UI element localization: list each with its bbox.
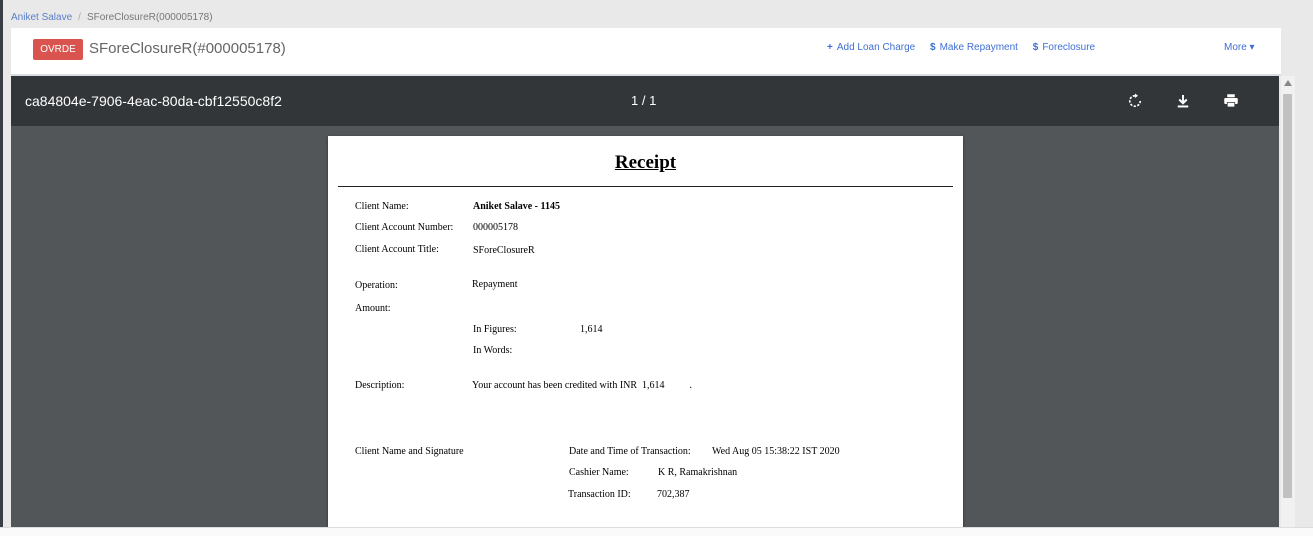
- operation-label: Operation:: [355, 280, 398, 291]
- client-name-value: Aniket Salave - 1145: [473, 201, 560, 212]
- page-indicator: 1 / 1: [631, 93, 657, 108]
- breadcrumb: Aniket Salave / SForeClosureR(000005178): [11, 12, 213, 23]
- receipt-title: Receipt: [614, 152, 677, 173]
- left-edge-bar: [0, 0, 3, 535]
- account-title-value: SForeClosureR: [473, 245, 535, 256]
- action-bar: + Add Loan Charge $ Make Repayment $ Forecl…: [827, 42, 1107, 53]
- cashier-label: Cashier Name:: [569, 467, 629, 478]
- cashier-value: K R, Ramakrishnan: [658, 467, 738, 478]
- add-loan-charge-button[interactable]: + Add Loan Charge: [827, 42, 915, 53]
- datetime-label: Date and Time of Transaction:: [569, 446, 691, 457]
- download-icon[interactable]: [1174, 92, 1192, 110]
- breadcrumb-account: SForeClosureR(000005178): [86, 12, 213, 23]
- transaction-id-value: 702,387: [657, 489, 690, 500]
- description-value: Your account has been credited with INR …: [472, 380, 693, 391]
- plus-icon: +: [827, 42, 833, 53]
- more-dropdown[interactable]: More ▾: [1224, 42, 1255, 53]
- pdf-viewer: ca84804e-7906-4eac-80da-cbf12550c8f2 1 /…: [11, 76, 1279, 531]
- description-label: Description:: [355, 380, 405, 391]
- account-number-label: Client Account Number:: [355, 222, 454, 233]
- account-title-label: Client Account Title:: [355, 244, 439, 255]
- operation-value: Repayment: [472, 279, 518, 290]
- amount-label: Amount:: [355, 303, 391, 314]
- status-badge: OVRDE: [33, 39, 83, 60]
- scroll-up-arrow-icon[interactable]: [1284, 80, 1292, 86]
- viewer-scrollbar[interactable]: [1281, 76, 1295, 531]
- rotate-icon[interactable]: [1126, 92, 1144, 110]
- document-name: ca84804e-7906-4eac-80da-cbf12550c8f2: [25, 93, 282, 109]
- signature-label: Client Name and Signature: [355, 446, 464, 457]
- make-repayment-button[interactable]: $ Make Repayment: [930, 42, 1018, 53]
- title-divider: [338, 186, 953, 187]
- in-words-label: In Words:: [473, 345, 513, 356]
- in-figures-label: In Figures:: [473, 324, 517, 335]
- print-icon[interactable]: [1222, 92, 1240, 110]
- scrollbar-thumb[interactable]: [1283, 94, 1292, 498]
- account-number-value: 000005178: [473, 222, 518, 233]
- pdf-toolbar: ca84804e-7906-4eac-80da-cbf12550c8f2 1 /…: [11, 76, 1279, 126]
- client-name-label: Client Name:: [355, 201, 409, 212]
- foreclosure-button[interactable]: $ Foreclosure: [1033, 42, 1095, 53]
- in-figures-value: 1,614: [580, 324, 603, 335]
- dollar-icon: $: [930, 42, 936, 53]
- dollar-icon: $: [1032, 42, 1039, 53]
- transaction-id-label: Transaction ID:: [568, 489, 631, 500]
- account-header: OVRDE SForeClosureR(#000005178) + Add Loa…: [11, 28, 1281, 76]
- breadcrumb-client-link[interactable]: Aniket Salave: [11, 12, 72, 23]
- datetime-value: Wed Aug 05 15:38:22 IST 2020: [712, 446, 840, 457]
- page-title: SForeClosureR(#000005178): [89, 40, 286, 57]
- receipt-page: Receipt Client Name: Aniket Salave - 114…: [328, 136, 963, 531]
